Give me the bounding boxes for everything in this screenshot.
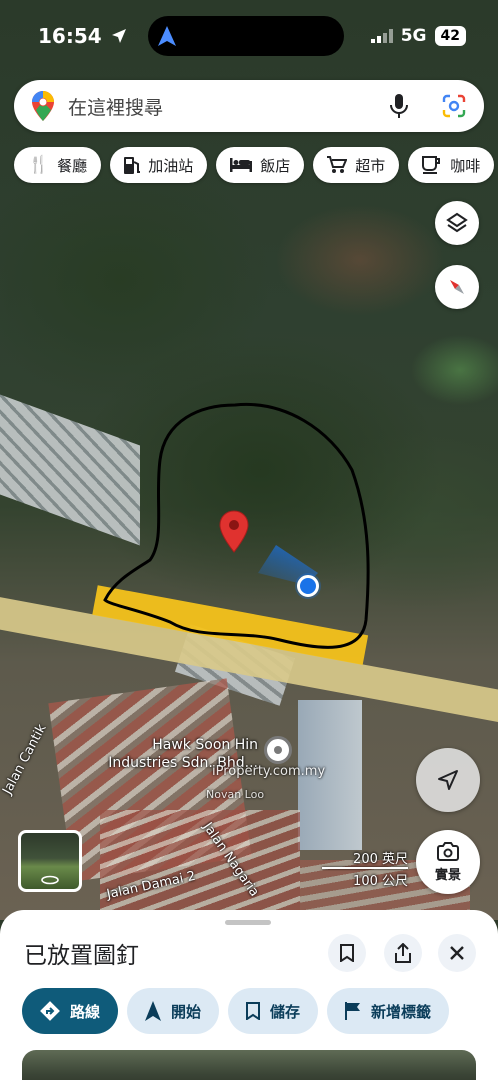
search-input[interactable]: 在這裡搜尋	[68, 93, 390, 120]
bookmark-icon	[246, 1002, 261, 1020]
navigation-arrow-icon	[158, 26, 176, 46]
status-bar: 16:54 5G 42	[0, 0, 498, 72]
chip-gas-stations[interactable]: 加油站	[110, 147, 208, 183]
watermark-author: Novan Loo	[206, 788, 265, 801]
gas-pump-icon	[124, 157, 141, 174]
microphone-icon[interactable]	[390, 94, 408, 118]
map-scale: 200 英尺 100 公尺	[322, 848, 408, 889]
action-buttons: 路線 開始 儲存 新增標籤	[22, 988, 450, 1034]
scale-imperial-label: 200 英尺	[353, 852, 408, 867]
category-chips: 🍴 餐廳 加油站 飯店 超市 咖啡	[14, 147, 495, 183]
place-photo[interactable]	[22, 1050, 476, 1080]
share-button[interactable]	[384, 934, 422, 972]
bookmark-icon	[340, 944, 354, 962]
watermark: iProperty.com.my	[212, 764, 326, 779]
compass-icon	[450, 280, 464, 294]
drag-handle[interactable]	[225, 920, 271, 925]
save-button[interactable]: 儲存	[228, 988, 319, 1034]
place-marker-icon[interactable]	[264, 736, 292, 764]
chip-restaurants[interactable]: 🍴 餐廳	[14, 147, 102, 183]
navigation-arrow-icon	[145, 1001, 162, 1021]
add-label-button[interactable]: 新增標籤	[327, 988, 450, 1034]
close-icon	[450, 946, 464, 960]
bed-icon	[230, 158, 253, 172]
street-view-label: 實景	[434, 867, 461, 883]
dropped-pin-icon[interactable]	[219, 510, 249, 554]
rotate-360-icon	[41, 875, 59, 885]
status-indicators: 5G 42	[370, 26, 466, 46]
location-arrow-icon	[111, 29, 126, 43]
street-view-thumbnail[interactable]	[18, 830, 82, 892]
directions-icon	[40, 1001, 60, 1021]
navigation-outline-icon	[438, 770, 458, 790]
layers-icon	[446, 212, 468, 233]
fork-knife-icon: 🍴	[28, 155, 50, 175]
chip-coffee[interactable]: 咖啡	[408, 147, 495, 183]
search-bar[interactable]: 在這裡搜尋	[14, 80, 484, 132]
share-icon	[395, 943, 411, 963]
chip-supermarkets[interactable]: 超市	[313, 147, 400, 183]
current-location-dot	[297, 575, 319, 597]
close-button[interactable]	[438, 934, 476, 972]
cart-icon	[327, 156, 348, 173]
street-view-camera-icon	[437, 841, 459, 861]
clock: 16:54	[38, 24, 127, 48]
battery-icon: 42	[434, 26, 466, 46]
signal-icon	[370, 29, 393, 43]
start-button[interactable]: 開始	[127, 988, 220, 1034]
maps-pin-logo-icon	[32, 91, 54, 121]
street-view-button[interactable]: 實景	[416, 830, 480, 894]
google-lens-icon[interactable]	[442, 94, 466, 118]
bottom-sheet[interactable]: 已放置圖釘 路線 開始 儲存 新增標籤	[0, 910, 498, 1080]
save-icon-button[interactable]	[328, 934, 366, 972]
network-label: 5G	[400, 26, 427, 46]
sheet-title: 已放置圖釘	[24, 943, 139, 969]
compass-button[interactable]	[435, 265, 479, 309]
coffee-icon	[422, 156, 441, 174]
dynamic-island	[148, 16, 344, 56]
chip-hotels[interactable]: 飯店	[216, 147, 305, 183]
my-location-button[interactable]	[416, 748, 480, 812]
scale-metric-label: 100 公尺	[353, 874, 408, 889]
directions-button[interactable]: 路線	[22, 988, 119, 1034]
flag-icon	[345, 1002, 361, 1020]
layers-button[interactable]	[435, 201, 479, 245]
